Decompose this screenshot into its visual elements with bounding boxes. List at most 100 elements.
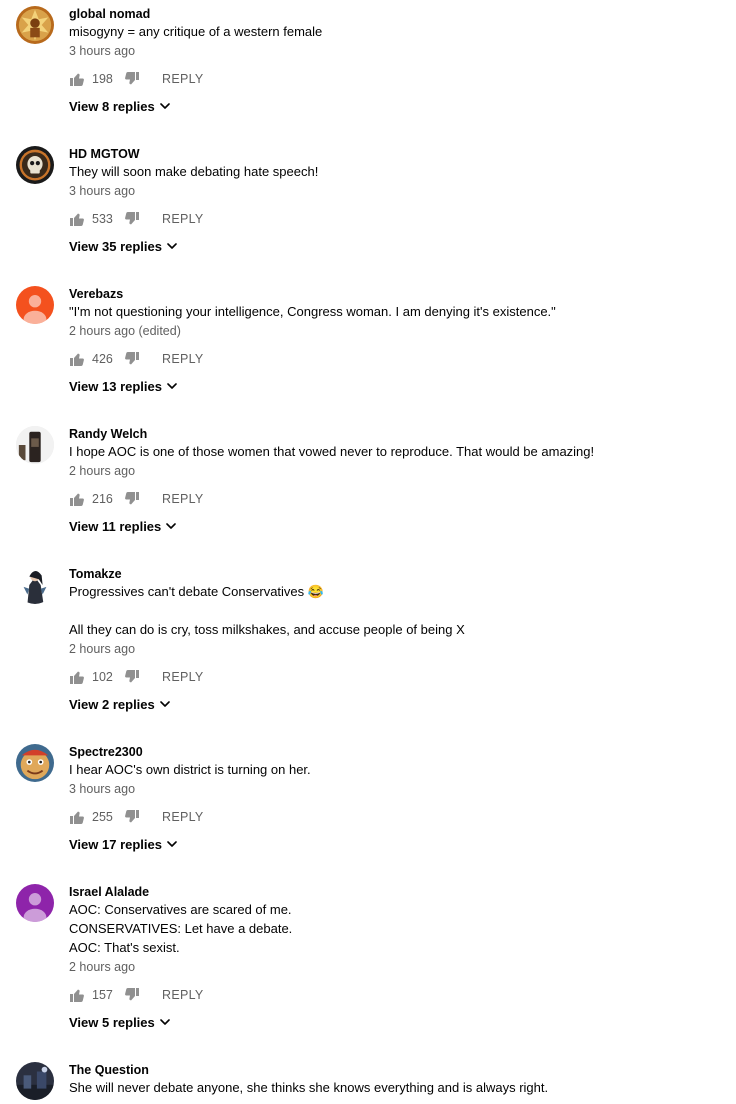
- author-avatar[interactable]: [16, 566, 54, 604]
- like-button[interactable]: [69, 491, 85, 507]
- thumbs-up-icon: [70, 811, 84, 824]
- comment-body: global nomad misogyny = any critique of a…: [69, 6, 726, 116]
- thumbs-down-icon: [125, 72, 139, 85]
- like-button[interactable]: [69, 211, 85, 227]
- comment-actions: 102 REPLY: [69, 667, 726, 687]
- view-replies-button[interactable]: View 5 replies: [69, 1012, 726, 1032]
- comment-actions: 198 REPLY: [69, 69, 726, 89]
- view-replies-button[interactable]: View 11 replies: [69, 516, 726, 536]
- author-avatar[interactable]: [16, 744, 54, 782]
- comment-actions: 426 REPLY: [69, 349, 726, 369]
- comment-author[interactable]: Israel Alalade: [69, 884, 726, 900]
- thumbs-up-icon: [70, 73, 84, 86]
- dislike-button[interactable]: [124, 71, 140, 87]
- comment-timestamp[interactable]: 3 hours ago: [69, 42, 726, 60]
- reply-button[interactable]: REPLY: [162, 212, 204, 226]
- reply-button[interactable]: REPLY: [162, 988, 204, 1002]
- dislike-button[interactable]: [124, 809, 140, 825]
- dislike-button[interactable]: [124, 211, 140, 227]
- comment-text: She will never debate anyone, she thinks…: [69, 1080, 549, 1095]
- dislike-button[interactable]: [124, 987, 140, 1003]
- comment-text: "I'm not questioning your intelligence, …: [69, 304, 556, 319]
- comment-text: AOC: That's sexist.: [69, 940, 180, 955]
- comment-text: misogyny = any critique of a western fem…: [69, 24, 323, 39]
- like-button[interactable]: [69, 71, 85, 87]
- author-avatar[interactable]: [16, 6, 54, 44]
- comment-timestamp[interactable]: 3 hours ago: [69, 780, 726, 798]
- bottle-photo-avatar-image: [16, 426, 54, 464]
- view-replies-button[interactable]: View 8 replies: [69, 96, 726, 116]
- dislike-button[interactable]: [124, 351, 140, 367]
- reply-button[interactable]: REPLY: [162, 670, 204, 684]
- skull-emblem-avatar-image: [16, 146, 54, 184]
- night-scene-avatar-image: [16, 1062, 54, 1100]
- thumbs-up-icon: [70, 671, 84, 684]
- comment-text: They will soon make debating hate speech…: [69, 164, 319, 179]
- comment-timestamp[interactable]: 2 hours ago (edited): [69, 322, 726, 340]
- default-user-avatar-image: [16, 884, 54, 922]
- chevron-down-icon: [159, 701, 170, 707]
- like-button[interactable]: [69, 351, 85, 367]
- chevron-down-icon: [167, 841, 177, 847]
- comment-body: Israel Alalade AOC: Conservatives are sca…: [69, 884, 726, 1032]
- comment-timestamp[interactable]: 3 hours ago: [69, 182, 726, 200]
- comment-actions: 533 REPLY: [69, 209, 726, 229]
- view-replies-label: View 8 replies: [69, 98, 155, 114]
- thumbs-up-icon: [70, 493, 84, 506]
- chevron-down-icon: [166, 523, 177, 529]
- chevron-down-icon: [159, 1019, 170, 1025]
- like-button[interactable]: [69, 987, 85, 1003]
- like-button[interactable]: [69, 809, 85, 825]
- dislike-button[interactable]: [124, 669, 140, 685]
- comment-body: Verebazs "I'm not questioning your intell…: [69, 286, 726, 396]
- view-replies-button[interactable]: View 2 replies: [69, 694, 726, 714]
- default-user-avatar-image: [16, 286, 54, 324]
- author-avatar[interactable]: [16, 884, 54, 922]
- view-replies-button[interactable]: View 17 replies: [69, 834, 726, 854]
- like-count: 426: [92, 352, 113, 366]
- comment-author[interactable]: Tomakze: [69, 566, 726, 582]
- view-replies-button[interactable]: View 35 replies: [69, 236, 726, 256]
- anime-character-avatar-image: [16, 566, 54, 604]
- comment-body: Spectre2300 I hear AOC's own district is …: [69, 744, 726, 854]
- comment-text: I hope AOC is one of those women that vo…: [69, 444, 595, 459]
- like-button[interactable]: [69, 669, 85, 685]
- comment-text: CONSERVATIVES: Let have a debate.: [69, 921, 293, 936]
- reply-button[interactable]: REPLY: [162, 72, 204, 86]
- chevron-down-icon: [167, 383, 177, 389]
- comment-actions: 255 REPLY: [69, 807, 726, 827]
- comment-timestamp[interactable]: 2 hours ago: [69, 640, 726, 658]
- comment-author[interactable]: Randy Welch: [69, 426, 726, 442]
- thumbs-down-icon: [125, 352, 139, 365]
- thumbs-up-icon: [70, 989, 84, 1002]
- view-replies-button[interactable]: View 13 replies: [69, 376, 726, 396]
- comment-author[interactable]: global nomad: [69, 6, 726, 22]
- comment-body: HD MGTOW They will soon make debating hat…: [69, 146, 726, 256]
- author-avatar[interactable]: [16, 286, 54, 324]
- comment-text: All they can do is cry, toss milkshakes,…: [69, 622, 465, 637]
- reply-button[interactable]: REPLY: [162, 492, 204, 506]
- comment-text: AOC: Conservatives are scared of me.: [69, 902, 292, 917]
- thumbs-up-icon: [70, 213, 84, 226]
- author-avatar[interactable]: [16, 426, 54, 464]
- comment-text: [69, 601, 726, 620]
- comment-author[interactable]: The Question: [69, 1062, 726, 1078]
- dislike-button[interactable]: [124, 491, 140, 507]
- view-replies-label: View 11 replies: [69, 518, 162, 534]
- comment-actions: 157 REPLY: [69, 985, 726, 1005]
- comment-author[interactable]: Verebazs: [69, 286, 726, 302]
- reply-button[interactable]: REPLY: [162, 352, 204, 366]
- comment-timestamp[interactable]: 2 hours ago: [69, 462, 726, 480]
- thumbs-down-icon: [125, 810, 139, 823]
- author-avatar[interactable]: [16, 146, 54, 184]
- comment-timestamp[interactable]: 2 hours ago: [69, 958, 726, 976]
- comment-author[interactable]: Spectre2300: [69, 744, 726, 760]
- comment-author[interactable]: HD MGTOW: [69, 146, 726, 162]
- view-replies-label: View 13 replies: [69, 378, 162, 394]
- view-replies-label: View 35 replies: [69, 238, 162, 254]
- reply-button[interactable]: REPLY: [162, 810, 204, 824]
- like-count: 198: [92, 72, 113, 86]
- comment-body: The Question She will never debate anyone…: [69, 1062, 726, 1097]
- author-avatar[interactable]: [16, 1062, 54, 1100]
- golden-warrior-avatar-image: [16, 6, 54, 44]
